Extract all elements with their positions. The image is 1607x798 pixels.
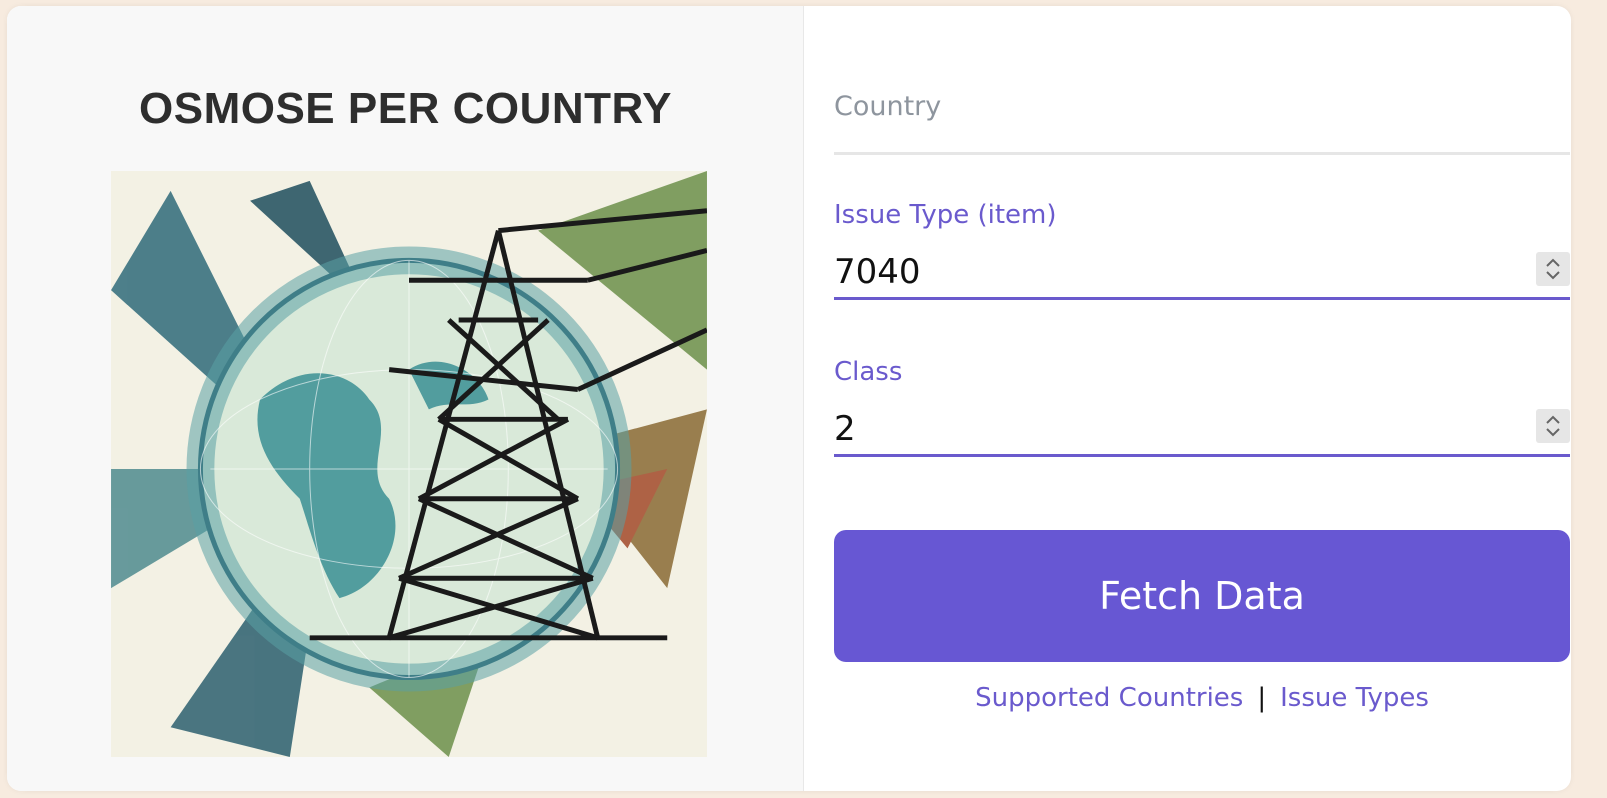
left-panel: OSMOSE PER COUNTRY [7,6,804,791]
form-panel: Country Issue Type (item) 7040 Class 2 F… [804,6,1571,791]
app-card: OSMOSE PER COUNTRY Country Issue Type (i… [7,6,1571,791]
class-label: Class [834,357,903,387]
class-input[interactable]: 2 [834,407,1570,457]
class-value[interactable]: 2 [834,409,856,449]
class-stepper[interactable] [1536,409,1570,443]
country-input[interactable]: Country [834,91,941,122]
globe-power-tower-illustration [111,171,707,757]
stepper-arrows-icon [1546,258,1560,280]
issue-type-label: Issue Type (item) [834,200,1057,230]
issue-types-link[interactable]: Issue Types [1280,683,1429,713]
issue-type-stepper[interactable] [1536,252,1570,286]
issue-type-input[interactable]: 7040 [834,250,1570,300]
class-field: Class 2 [834,357,1570,457]
issue-type-value[interactable]: 7040 [834,252,921,292]
issue-type-field: Issue Type (item) 7040 [834,200,1570,300]
stepper-arrows-icon [1546,415,1560,437]
page-title: OSMOSE PER COUNTRY [139,84,672,133]
footer-links: Supported Countries | Issue Types [834,683,1570,713]
country-input-underline [834,152,1570,155]
link-separator: | [1257,683,1267,713]
fetch-data-button[interactable]: Fetch Data [834,530,1570,662]
supported-countries-link[interactable]: Supported Countries [975,683,1243,713]
